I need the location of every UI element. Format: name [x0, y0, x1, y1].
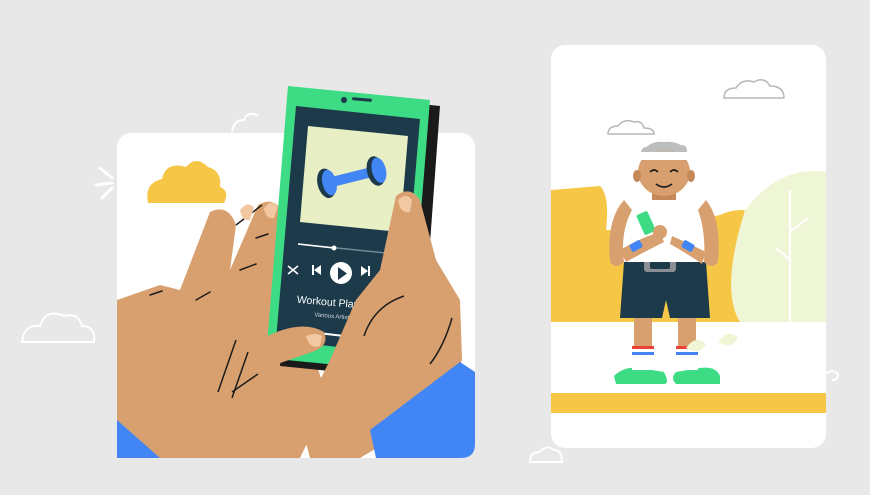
cloud-outline-icon [825, 370, 840, 381]
play-button[interactable] [330, 262, 352, 284]
sparkle-icon [94, 166, 114, 200]
cloud-outline-icon [20, 312, 96, 343]
illustration: Workout Playlist Various Artists [20, 45, 840, 463]
cloud-outline-icon [231, 112, 259, 133]
illustration-stage: Workout Playlist Various Artists [0, 0, 870, 495]
track-stripe [551, 393, 826, 413]
cloud-outline-icon [528, 446, 564, 463]
